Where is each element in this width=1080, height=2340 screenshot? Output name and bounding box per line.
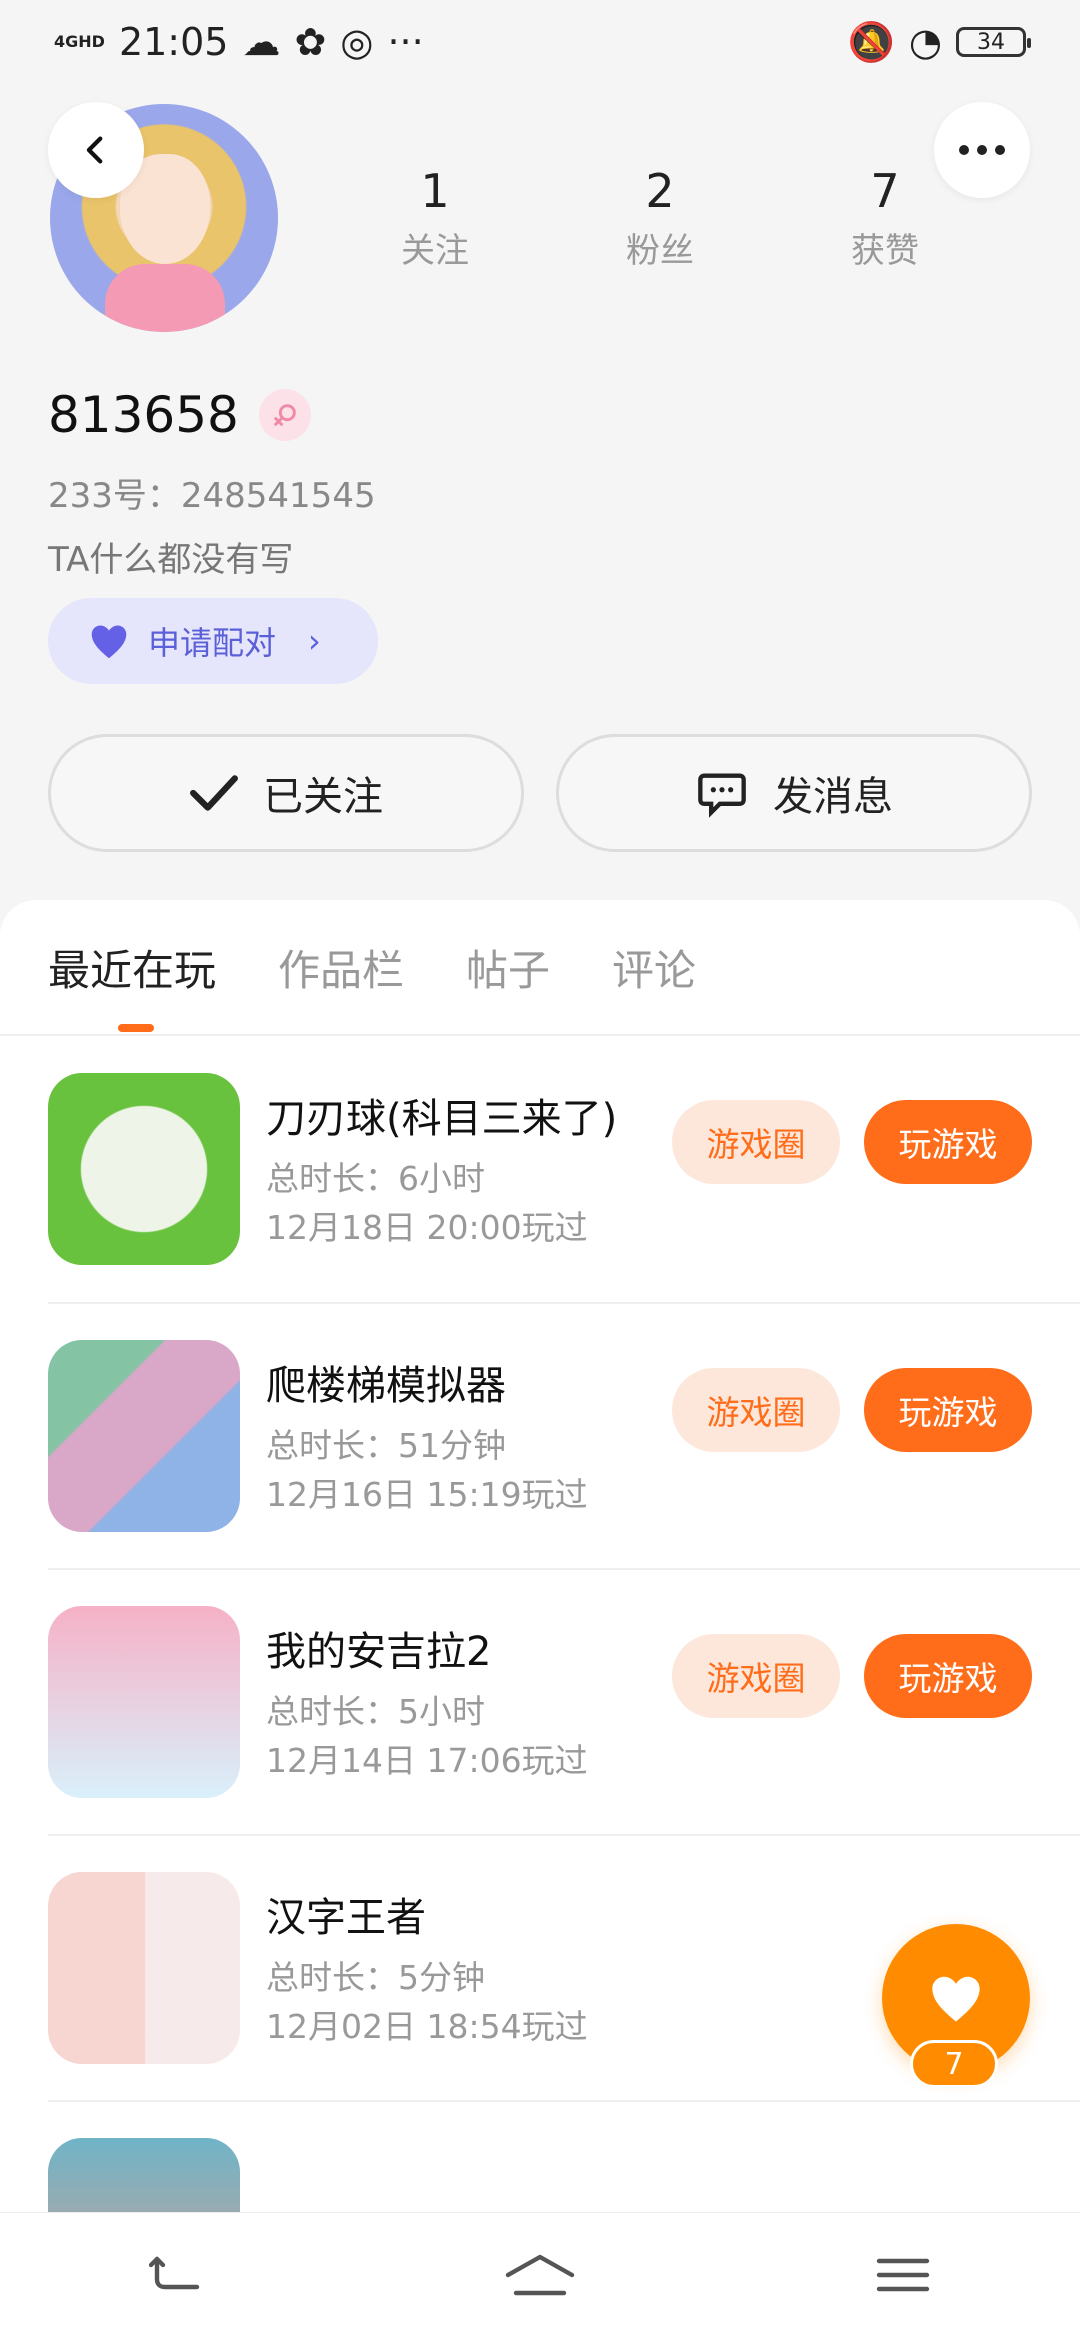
game-last-played: 12月18日 20:00玩过: [266, 1208, 588, 1247]
back-button[interactable]: [48, 102, 144, 198]
heart-icon: [91, 625, 127, 659]
wifi-icon: ◔: [908, 20, 942, 64]
game-icon[interactable]: [48, 1872, 240, 2064]
back-icon: [86, 136, 103, 164]
stat-label: 粉丝: [626, 230, 694, 271]
more-icon: [959, 145, 1005, 155]
message-button[interactable]: 发消息: [556, 734, 1032, 852]
game-last-played: 12月14日 17:06玩过: [266, 1741, 588, 1780]
username: 813658: [48, 386, 239, 444]
game-row[interactable]: 刀刃球(科目三来了) 总时长：6小时 12月18日 20:00玩过 游戏圈 玩游…: [0, 1036, 1080, 1302]
chat-icon: [698, 773, 746, 818]
tab-works[interactable]: 作品栏: [278, 937, 404, 998]
message-label: 发消息: [773, 774, 893, 820]
system-nav-bar: [0, 2212, 1080, 2340]
play-game-button[interactable]: 玩游戏: [864, 1100, 1032, 1184]
bio-text: TA什么都没有写: [48, 540, 294, 580]
game-icon[interactable]: [48, 1073, 240, 1265]
network-indicator: 4GHD: [54, 32, 105, 51]
profile-tabs: 最近在玩 作品栏 帖子 评论: [0, 900, 1080, 1036]
profile-stats: 1 关注 2 粉丝 7 获赞: [360, 166, 960, 272]
user-id: 233号：248541545: [48, 476, 376, 516]
game-circle-button[interactable]: 游戏圈: [672, 1100, 840, 1184]
game-icon[interactable]: [48, 2138, 240, 2212]
status-right: 🔕 ◔ 34: [847, 19, 1031, 65]
nav-home-button[interactable]: [504, 2252, 576, 2302]
pair-request-button[interactable]: 申请配对 ›: [48, 598, 378, 684]
stat-value: 2: [645, 164, 675, 218]
nav-menu-icon: [876, 2258, 929, 2291]
game-title: 异界惊魂: [266, 2200, 1080, 2212]
follow-label: 已关注: [263, 774, 383, 820]
nav-home-icon: [505, 2254, 575, 2295]
stat-label: 获赞: [851, 230, 919, 271]
battery-indicator: 34: [956, 27, 1031, 57]
stat-label: 关注: [401, 230, 469, 271]
game-row[interactable]: 异界惊魂: [48, 2100, 1080, 2212]
chevron-right-icon: ›: [308, 622, 321, 660]
nav-back-button[interactable]: [149, 2255, 205, 2299]
stat-fans[interactable]: 2 粉丝: [585, 166, 735, 272]
game-last-played: 12月16日 15:19玩过: [266, 1475, 588, 1514]
stat-value: 7: [870, 164, 900, 218]
tab-posts[interactable]: 帖子: [466, 937, 550, 998]
play-game-button[interactable]: 玩游戏: [864, 1368, 1032, 1452]
nav-back-icon: [149, 2256, 200, 2289]
nav-menu-button[interactable]: [875, 2255, 931, 2299]
status-bar: 4GHD 21:05 ☁ ✿ ◎ ··· 🔕 ◔ 34: [0, 0, 1080, 84]
fan-icon: ✿: [294, 20, 327, 64]
game-info: 异界惊魂: [266, 2200, 1080, 2212]
game-circle-button[interactable]: 游戏圈: [672, 1368, 840, 1452]
tab-comments[interactable]: 评论: [612, 937, 696, 998]
clock: 21:05: [118, 20, 229, 64]
gender-female-icon: [258, 389, 311, 441]
game-icon[interactable]: [48, 1606, 240, 1798]
follow-button[interactable]: 已关注: [48, 734, 524, 852]
game-circle-button[interactable]: 游戏圈: [672, 1634, 840, 1718]
stat-likes[interactable]: 7 获赞: [810, 166, 960, 272]
heart-icon: [932, 1976, 980, 2022]
like-count: 7: [910, 2040, 998, 2088]
wechat-icon: ◎: [340, 20, 374, 64]
game-row[interactable]: 我的安吉拉2 总时长：5小时 12月14日 17:06玩过 游戏圈 玩游戏: [48, 1568, 1080, 1834]
game-icon[interactable]: [48, 1340, 240, 1532]
check-icon: [190, 775, 238, 811]
pair-label: 申请配对: [148, 624, 277, 662]
stat-value: 1: [420, 164, 450, 218]
bell-off-icon: 🔕: [847, 19, 895, 64]
cloud-icon: ☁: [242, 20, 281, 64]
tab-recent-play[interactable]: 最近在玩: [48, 937, 216, 1032]
game-row[interactable]: 爬楼梯模拟器 总时长：51分钟 12月16日 15:19玩过 游戏圈 玩游戏: [48, 1302, 1080, 1568]
username-row: 813658: [48, 386, 311, 444]
more-status-icon: ···: [387, 20, 424, 64]
play-game-button[interactable]: 玩游戏: [864, 1634, 1032, 1718]
avatar-dress: [105, 264, 225, 332]
status-left: 4GHD 21:05 ☁ ✿ ◎ ···: [54, 20, 424, 64]
stat-following[interactable]: 1 关注: [360, 166, 510, 272]
